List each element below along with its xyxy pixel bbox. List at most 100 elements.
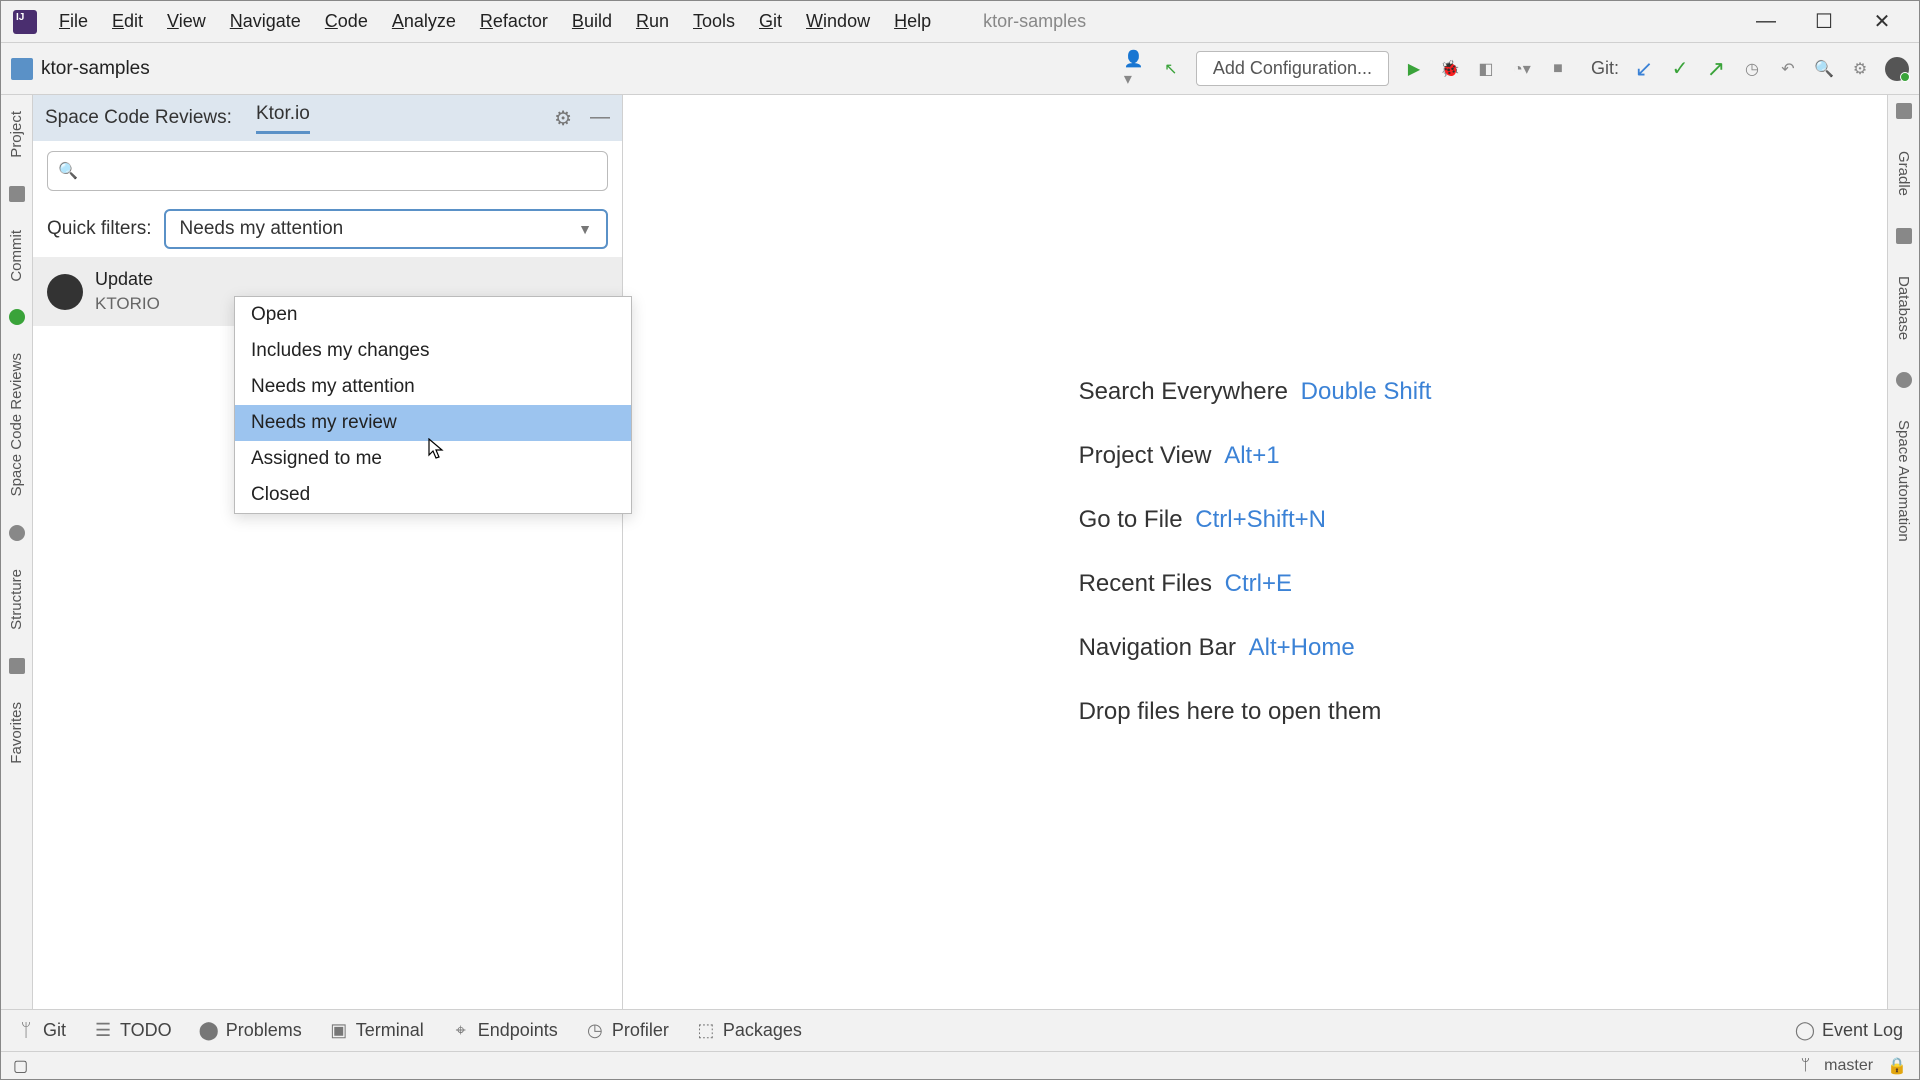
git-commit-icon[interactable]: ✓ <box>1669 58 1691 80</box>
menu-help[interactable]: Help <box>882 7 943 36</box>
terminal-icon: ▣ <box>330 1022 348 1040</box>
quick-filters-dropdown: Open Includes my changes Needs my attent… <box>234 296 632 514</box>
rail-gradle[interactable]: Gradle <box>1895 143 1912 204</box>
space-code-reviews-panel: Space Code Reviews: Ktor.io ⚙ — 🔍 Quick … <box>33 95 623 1009</box>
rail-project[interactable]: Project <box>8 103 25 166</box>
shortcut-nav-bar: Navigation Bar Alt+Home <box>1079 634 1432 662</box>
quick-filters-select[interactable]: Needs my attention ▼ <box>164 209 608 249</box>
shortcut-search-everywhere: Search Everywhere Double Shift <box>1079 378 1432 406</box>
search-field[interactable] <box>84 161 597 181</box>
gear-icon[interactable]: ⚙ <box>554 106 572 131</box>
bb-profiler[interactable]: ◷Profiler <box>586 1020 669 1041</box>
profile-icon[interactable]: ◔▾ <box>1511 58 1533 80</box>
git-label: Git: <box>1591 58 1619 79</box>
rail-favorites[interactable]: Favorites <box>8 694 25 772</box>
rail-space-code-reviews[interactable]: Space Code Reviews <box>8 345 25 504</box>
app-icon <box>13 10 37 34</box>
stop-icon[interactable]: ■ <box>1547 58 1569 80</box>
speech-icon: ◯ <box>1796 1022 1814 1040</box>
menu-refactor[interactable]: Refactor <box>468 7 560 36</box>
minimize-button[interactable]: — <box>1757 13 1775 31</box>
filter-option-closed[interactable]: Closed <box>235 477 631 513</box>
bb-git[interactable]: ᛘGit <box>17 1020 66 1041</box>
review-item-title: Update <box>95 269 160 290</box>
panel-tab-ktor[interactable]: Ktor.io <box>256 103 310 134</box>
hammer-icon[interactable]: ↖ <box>1160 58 1182 80</box>
menu-edit[interactable]: Edit <box>100 7 155 36</box>
search-icon[interactable]: 🔍 <box>1813 58 1835 80</box>
quick-filters-label: Quick filters: <box>47 218 152 240</box>
lock-icon[interactable]: 🔒 <box>1887 1056 1907 1076</box>
filter-option-needs-attention[interactable]: Needs my attention <box>235 369 631 405</box>
bb-todo[interactable]: ☰TODO <box>94 1020 172 1041</box>
panel-title: Space Code Reviews: <box>45 107 232 129</box>
people-icon[interactable]: 👤▾ <box>1124 58 1146 80</box>
coverage-icon[interactable]: ◧ <box>1475 58 1497 80</box>
drop-files-hint: Drop files here to open them <box>1079 698 1432 726</box>
git-push-icon[interactable]: ↗ <box>1705 58 1727 80</box>
review-search-input[interactable]: 🔍 <box>47 151 608 191</box>
filter-option-assigned[interactable]: Assigned to me <box>235 441 631 477</box>
menu-window[interactable]: Window <box>794 7 882 36</box>
close-button[interactable]: ✕ <box>1873 13 1891 31</box>
gradle-icon <box>1896 103 1912 119</box>
bb-problems[interactable]: ⬤Problems <box>200 1020 302 1041</box>
menu-tools[interactable]: Tools <box>681 7 747 36</box>
warning-icon: ⬤ <box>200 1022 218 1040</box>
bb-endpoints[interactable]: ⌖Endpoints <box>452 1020 558 1041</box>
bb-event-log[interactable]: ◯Event Log <box>1796 1020 1903 1041</box>
rail-commit[interactable]: Commit <box>8 222 25 290</box>
welcome-shortcuts: Search Everywhere Double Shift Project V… <box>1079 378 1432 726</box>
maximize-button[interactable]: ☐ <box>1815 13 1833 31</box>
menu-analyze[interactable]: Analyze <box>380 7 468 36</box>
menu-build[interactable]: Build <box>560 7 624 36</box>
menu-code[interactable]: Code <box>313 7 380 36</box>
git-branch-name[interactable]: master <box>1824 1057 1873 1075</box>
menu-navigate[interactable]: Navigate <box>218 7 313 36</box>
debug-icon[interactable]: 🐞 <box>1439 58 1461 80</box>
filter-option-includes-changes[interactable]: Includes my changes <box>235 333 631 369</box>
history-icon[interactable]: ◷ <box>1741 58 1763 80</box>
bb-packages[interactable]: ⬚Packages <box>697 1020 802 1041</box>
status-indicator-icon: ▢ <box>13 1056 28 1076</box>
commit-icon <box>9 309 25 325</box>
branch-icon: ᛘ <box>17 1022 35 1040</box>
search-icon: 🔍 <box>58 161 78 181</box>
status-bar: ▢ ᛘ master 🔒 <box>1 1051 1919 1079</box>
globe-icon: ⌖ <box>452 1022 470 1040</box>
filter-row: Quick filters: Needs my attention ▼ <box>33 201 622 257</box>
menu-view[interactable]: View <box>155 7 218 36</box>
rail-database[interactable]: Database <box>1895 268 1912 348</box>
git-pull-icon[interactable]: ↙ <box>1633 58 1655 80</box>
space-icon <box>9 525 25 541</box>
filter-option-open[interactable]: Open <box>235 297 631 333</box>
menu-file[interactable]: File <box>47 7 100 36</box>
settings-icon[interactable]: ⚙ <box>1849 58 1871 80</box>
breadcrumb-project[interactable]: ktor-samples <box>41 58 150 80</box>
review-item-subtitle: KTORIO <box>95 294 160 314</box>
filter-selected-value: Needs my attention <box>180 218 344 240</box>
right-tool-rail: Gradle Database Space Automation <box>1887 95 1919 1009</box>
bb-terminal[interactable]: ▣Terminal <box>330 1020 424 1041</box>
editor-area[interactable]: Search Everywhere Double Shift Project V… <box>623 95 1887 1009</box>
user-avatar[interactable] <box>1885 57 1909 81</box>
structure-icon <box>9 658 25 674</box>
folder-icon <box>9 186 25 202</box>
automation-icon <box>1896 372 1912 388</box>
run-icon[interactable]: ▶ <box>1403 58 1425 80</box>
filter-option-needs-review[interactable]: Needs my review <box>235 405 631 441</box>
rail-structure[interactable]: Structure <box>8 561 25 638</box>
chevron-down-icon: ▼ <box>578 221 592 237</box>
menu-run[interactable]: Run <box>624 7 681 36</box>
bottom-tool-bar: ᛘGit ☰TODO ⬤Problems ▣Terminal ⌖Endpoint… <box>1 1009 1919 1051</box>
shortcut-go-to-file: Go to File Ctrl+Shift+N <box>1079 506 1432 534</box>
shortcut-recent-files: Recent Files Ctrl+E <box>1079 570 1432 598</box>
rail-space-automation[interactable]: Space Automation <box>1895 412 1912 550</box>
window-title: ktor-samples <box>983 11 1086 32</box>
menu-git[interactable]: Git <box>747 7 794 36</box>
revert-icon[interactable]: ↶ <box>1777 58 1799 80</box>
shortcut-project-view: Project View Alt+1 <box>1079 442 1432 470</box>
menu-bar: File Edit View Navigate Code Analyze Ref… <box>1 1 1919 43</box>
run-configuration-select[interactable]: Add Configuration... <box>1196 51 1389 86</box>
minimize-panel-icon[interactable]: — <box>590 106 610 131</box>
